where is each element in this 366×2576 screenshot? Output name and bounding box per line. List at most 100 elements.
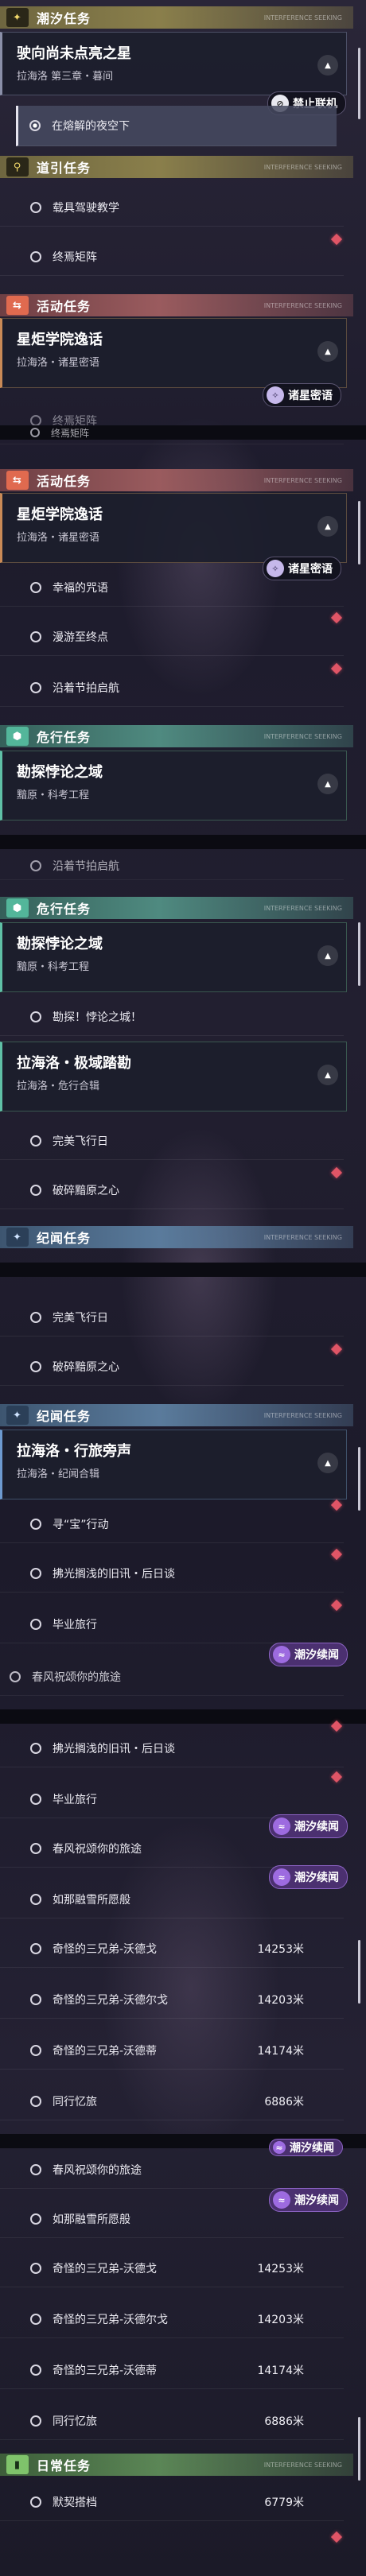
quest-card-danger[interactable]: 勘探悖论之域 黯原・科考工程 ▲: [0, 922, 347, 992]
category-chronicle-header[interactable]: ✦ 纪闻任务 INTERFERENCE SEEKING: [0, 1226, 353, 1248]
collapse-toggle[interactable]: ▲: [317, 945, 338, 966]
category-label: 活动任务: [37, 299, 92, 314]
quest-item[interactable]: 漫游至终点: [0, 619, 344, 656]
scrollbar-thumb[interactable]: [358, 2417, 360, 2481]
quest-item[interactable]: 奇怪的三兄弟-沃德戈 14253米: [0, 2250, 344, 2287]
quest-item[interactable]: 奇怪的三兄弟-沃德蒂 14174米: [0, 2352, 344, 2389]
divider-strip: [0, 835, 366, 849]
category-activity-header-2[interactable]: ⇆ 活动任务 INTERFERENCE SEEKING: [0, 469, 353, 491]
quest-item-label: 破碎黯原之心: [53, 1185, 119, 1197]
quest-title: 驶向尚未点亮之星: [17, 45, 131, 62]
radio-icon: [30, 1519, 41, 1530]
quest-item[interactable]: 春风祝颂你的旅途: [0, 1830, 344, 1868]
quest-item[interactable]: 勘探！悖论之城！: [0, 999, 344, 1036]
collapse-toggle[interactable]: ▲: [317, 516, 338, 537]
category-danger-header[interactable]: ⬢ 危行任务 INTERFERENCE SEEKING: [0, 725, 353, 747]
radio-icon: [30, 1894, 41, 1905]
scrollbar-thumb[interactable]: [358, 1447, 360, 1511]
radio-icon: [30, 2415, 41, 2427]
distance-label: 14203米: [257, 2314, 304, 2326]
category-chronicle-header-2[interactable]: ✦ 纪闻任务 INTERFERENCE SEEKING: [0, 1404, 353, 1426]
scrollbar-thumb[interactable]: [358, 48, 360, 119]
category-danger-header-2[interactable]: ⬢ 危行任务 INTERFERENCE SEEKING: [0, 897, 353, 919]
quest-item[interactable]: 载具驾驶教学: [0, 189, 344, 227]
scrollbar-thumb[interactable]: [358, 922, 360, 986]
quest-card-chronicle[interactable]: 拉海洛・行旅旁声 拉海洛・纪闻合辑 ▲: [0, 1430, 347, 1499]
distance-label: 14174米: [257, 2365, 304, 2377]
category-guide-header[interactable]: ⚲ 道引任务 INTERFERENCE SEEKING: [0, 156, 353, 178]
quest-subtitle: 拉海洛・诸星密语: [17, 532, 100, 544]
radio-icon: [30, 1619, 41, 1630]
quest-item[interactable]: 如那融雪所愿般: [0, 2201, 344, 2238]
quest-item[interactable]: 同行忆旅 6886米: [0, 2083, 344, 2120]
quest-item[interactable]: 沿着节拍启航: [0, 852, 344, 880]
star-icon: ✦: [6, 8, 29, 27]
radio-icon: [30, 1011, 41, 1022]
quest-item[interactable]: 春风祝颂你的旅途: [0, 2151, 344, 2189]
collapse-toggle[interactable]: ▲: [317, 774, 338, 794]
quest-card-activity[interactable]: 星炬学院逸话 拉海洛・诸星密语 ▲: [0, 318, 347, 388]
quest-item[interactable]: 终焉矩阵: [0, 421, 344, 444]
quest-card-activity[interactable]: 星炬学院逸话 拉海洛・诸星密语 ▲: [0, 493, 347, 563]
category-activity-header[interactable]: ⇆ 活动任务 INTERFERENCE SEEKING: [0, 294, 353, 316]
quest-item[interactable]: 完美飞行日: [0, 1123, 344, 1160]
quest-card-danger-2[interactable]: 拉海洛・极域踏勘 拉海洛・危行合辑 ▲: [0, 1042, 347, 1111]
collapse-toggle[interactable]: ▲: [317, 55, 338, 76]
quest-item-selected[interactable]: 在熔解的夜空下: [16, 106, 337, 146]
quest-item-label: 拂光搁浅的旧讯・后日谈: [53, 1568, 175, 1581]
quest-item[interactable]: 拂光搁浅的旧讯・后日谈: [0, 1555, 344, 1593]
radio-icon: [30, 2096, 41, 2107]
quest-item[interactable]: 幸福的咒语: [0, 569, 344, 607]
quest-card-danger[interactable]: 勘探悖论之域 黯原・科考工程 ▲: [0, 751, 347, 821]
quest-item-label: 破碎黯原之心: [53, 1361, 119, 1374]
quest-item[interactable]: 如那融雪所愿般: [0, 1881, 344, 1918]
quest-item-label: 在熔解的夜空下: [52, 120, 130, 133]
category-label: 潮汐任务: [37, 11, 92, 26]
quest-card-tidal-main[interactable]: 驶向尚未点亮之星 拉海洛 第三章・暮间 ▲: [0, 32, 347, 95]
collapse-toggle[interactable]: ▲: [317, 341, 338, 362]
category-daily-header[interactable]: ▮ 日常任务 INTERFERENCE SEEKING: [0, 2454, 353, 2476]
badge-label: 诸星密语: [288, 390, 333, 402]
radio-icon: [30, 1568, 41, 1579]
radio-icon: [30, 251, 41, 262]
quest-item[interactable]: 终焉矩阵: [0, 239, 344, 276]
collapse-toggle[interactable]: ▲: [317, 1453, 338, 1473]
quest-item[interactable]: 寻“宝”行动: [0, 1506, 344, 1543]
exchange-icon: ⇆: [6, 471, 29, 490]
quest-item[interactable]: 毕业旅行: [0, 1781, 344, 1818]
quest-item[interactable]: 同行忆旅 6886米: [0, 2403, 344, 2440]
category-label: 纪闻任务: [37, 1231, 92, 1246]
category-tidal-header[interactable]: ✦ 潮汐任务 INTERFERENCE SEEKING: [0, 6, 353, 29]
star-icon: ✦: [6, 1406, 29, 1425]
quest-item[interactable]: 完美飞行日: [0, 1299, 344, 1336]
radio-icon: [30, 1135, 41, 1146]
radio-icon: [30, 860, 41, 871]
quest-item[interactable]: 奇怪的三兄弟-沃德戈 14253米: [0, 1930, 344, 1968]
header-decoration: INTERFERENCE SEEKING: [263, 163, 342, 171]
radio-icon: [30, 582, 41, 593]
quest-item-label: 毕业旅行: [53, 1794, 97, 1806]
category-label: 危行任务: [37, 902, 92, 917]
quest-item[interactable]: 沿着节拍启航: [0, 669, 344, 707]
radio-icon: [30, 2314, 41, 2325]
distance-label: 14203米: [257, 1994, 304, 2007]
quest-title: 勘探悖论之域: [17, 764, 103, 781]
quest-item[interactable]: 默契搭档 6779米: [0, 2484, 344, 2521]
quest-item[interactable]: 破碎黯原之心: [0, 1348, 344, 1386]
quest-item[interactable]: 奇怪的三兄弟-沃德尔戈 14203米: [0, 2301, 344, 2338]
quest-item-label: 完美飞行日: [53, 1135, 108, 1148]
quest-item-label: 沿着节拍启航: [53, 682, 119, 695]
quest-item[interactable]: 破碎黯原之心: [0, 1172, 344, 1209]
quest-item-label: 终焉矩阵: [53, 251, 97, 264]
quest-item-label: 春风祝颂你的旅途: [32, 1671, 121, 1684]
scrollbar-thumb[interactable]: [358, 501, 360, 564]
quest-item[interactable]: 春风祝颂你的旅途: [0, 1658, 344, 1696]
distance-label: 6886米: [264, 2415, 304, 2428]
scrollbar-thumb[interactable]: [358, 1940, 360, 2004]
collapse-toggle[interactable]: ▲: [317, 1065, 338, 1085]
quest-item[interactable]: 奇怪的三兄弟-沃德蒂 14174米: [0, 2032, 344, 2070]
quest-title: 星炬学院逸话: [17, 332, 103, 348]
quest-item[interactable]: 拂光搁浅的旧讯・后日谈: [0, 1730, 344, 1767]
quest-item[interactable]: 毕业旅行: [0, 1606, 344, 1643]
quest-item[interactable]: 奇怪的三兄弟-沃德尔戈 14203米: [0, 1981, 344, 2019]
